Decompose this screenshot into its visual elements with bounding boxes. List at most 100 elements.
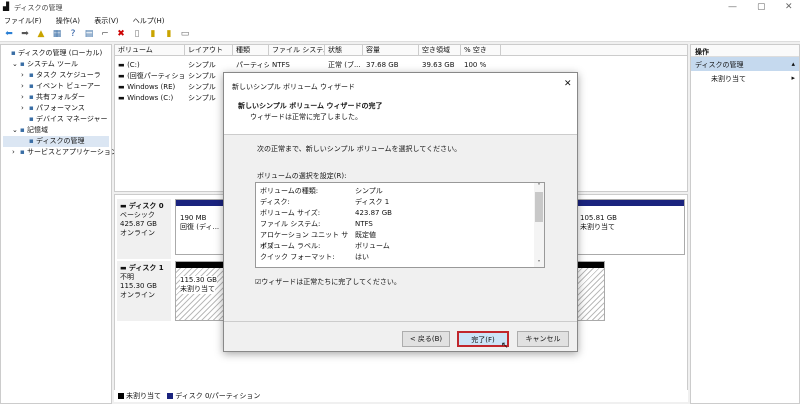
volume-cell: 100 % [464, 61, 487, 69]
col-layout[interactable]: レイアウト [185, 45, 233, 55]
menu-bar: ファイル(F) 操作(A) 表示(V) ヘルプ(H) [0, 14, 800, 26]
volume-row[interactable]: ▬ (C:) シンプル パーティションNTFS 正常 (ブ... 37.68 GB 39.… [115, 60, 687, 71]
help-icon[interactable]: ? [68, 29, 78, 39]
setting-key: ボリューム サイズ: [260, 209, 321, 217]
volume-cell: ▬ (回復パーティション) [118, 72, 185, 80]
volume-cell: 37.68 GB [366, 61, 399, 69]
tree-item[interactable]: › ▪ タスク スケジューラ [3, 70, 109, 81]
col-status[interactable]: 状態 [325, 45, 363, 55]
new-icon[interactable]: ▮ [148, 29, 158, 39]
col-free[interactable]: 空き領域 [419, 45, 461, 55]
volume-cell: パーティション [236, 61, 269, 69]
expand-icon[interactable]: › [12, 147, 20, 158]
menu-help[interactable]: ヘルプ(H) [133, 17, 165, 25]
tree-item[interactable]: ⌄ ▪ 記憶域 [3, 125, 109, 136]
actions-item-unallocated[interactable]: 未割り当て ▸ [691, 71, 799, 84]
complete-checkbox[interactable]: ☑ウィザードは正常たちに完了してください。 [255, 277, 401, 287]
dialog-subheading: ウィザードは正常に完了しました。 [250, 113, 362, 121]
setting-row: ファイル システム: NTFS [260, 219, 540, 230]
disk-icon: ▬ [120, 264, 129, 272]
expand-icon[interactable]: ⌄ [12, 125, 20, 136]
properties-icon[interactable]: ▯ [132, 29, 142, 39]
mouse-cursor-icon: ↖ [501, 341, 509, 351]
partition-label: 未割り当て [180, 285, 215, 294]
item-label: 未割り当て [711, 75, 746, 83]
settings-list[interactable]: ボリュームの種類: シンプル ディスク: ディスク 1 ボリューム サイズ: 423.87… [255, 182, 545, 268]
disk-list-icon[interactable]: ▤ [84, 29, 94, 39]
app-icon: ▟ [3, 2, 10, 11]
up-folder-icon[interactable]: ▲ [36, 29, 46, 39]
partition-size: 105.81 GB [580, 214, 617, 222]
navigation-tree: ▪ ディスクの管理 (ローカル) ⌄ ▪ システム ツール › ▪ タスク スケジューラ… [0, 44, 118, 404]
partition-label: 未割り当て [580, 223, 615, 231]
expand-icon[interactable]: ⌄ [12, 59, 20, 70]
dialog-title: 新しいシンプル ボリューム ウィザード [232, 83, 356, 91]
tree-item[interactable]: › ▪ 共有フォルダー [3, 92, 109, 103]
col-capacity[interactable]: 容量 [363, 45, 419, 55]
scroll-down-icon[interactable]: ˅ [534, 260, 544, 267]
col-volume[interactable]: ボリューム [115, 45, 185, 55]
actions-section-disk-management[interactable]: ディスクの管理 ▴ [691, 57, 799, 71]
menu-file[interactable]: ファイル(F) [4, 17, 42, 25]
setting-key: アロケーション ユニット サイズ: [260, 231, 349, 250]
scroll-thumb[interactable] [535, 192, 543, 222]
tree-item[interactable]: ▪ ディスクの管理 [3, 136, 109, 147]
menu-action[interactable]: 操作(A) [56, 17, 80, 25]
setting-value: 既定値 [355, 231, 376, 239]
tree-item[interactable]: › ▪ パフォーマンス [3, 103, 109, 114]
setting-value: 423.87 GB [355, 209, 392, 217]
forward-icon[interactable]: ➡ [20, 29, 30, 39]
tree-item-label: ディスクの管理 [35, 137, 85, 145]
setting-value: ディスク 1 [355, 198, 390, 206]
back-button[interactable]: < 戻る(B) [402, 331, 450, 347]
minimize-button[interactable]: — [728, 2, 737, 12]
volume-list-header: ボリューム レイアウト 種類 ファイル システム 状態 容量 空き領域 % 空き [115, 45, 687, 56]
setting-row: ボリューム サイズ: 423.87 GB [260, 208, 540, 219]
expand-icon[interactable]: › [21, 81, 29, 92]
disk-name: ディスク 1 [128, 264, 164, 272]
setting-value: はい [355, 253, 369, 261]
tree-item[interactable]: ▪ デバイス マネージャー [3, 114, 109, 125]
tree-node-icon: ▪ [20, 60, 27, 68]
window-title: ディスクの管理 [14, 4, 63, 12]
tree-node-icon: ▪ [20, 126, 27, 134]
expand-icon[interactable]: › [21, 103, 29, 114]
title-bar: ▟ ディスクの管理 — ▢ ✕ [0, 0, 800, 14]
back-icon[interactable]: ⬅ [4, 29, 14, 39]
connect-icon[interactable]: ⌐ [100, 29, 110, 39]
col-type[interactable]: 種類 [233, 45, 269, 55]
collapse-icon[interactable]: ▴ [791, 60, 795, 68]
scroll-up-icon[interactable]: ˄ [534, 183, 544, 190]
settings-scrollbar[interactable]: ˄ ˅ [534, 183, 544, 267]
maximize-button[interactable]: ▢ [757, 2, 766, 12]
disk-0-label[interactable]: ▬ ディスク 0 ベーシック 425.87 GB オンライン [117, 199, 171, 259]
close-button[interactable]: ✕ [785, 2, 793, 12]
console-tree-icon[interactable]: ▦ [52, 29, 62, 39]
cancel-button[interactable]: キャンセル [517, 331, 569, 347]
tree-item-label: ディスクの管理 (ローカル) [17, 49, 103, 57]
dialog-close-button[interactable]: ✕ [564, 79, 572, 89]
col-filesystem[interactable]: ファイル システム [269, 45, 325, 55]
tree-item-label: サービスとアプリケーション [26, 148, 118, 156]
window-icon[interactable]: ▭ [180, 29, 190, 39]
disk-0-partition-unallocated[interactable]: 105.81 GB 未割り当て [575, 199, 685, 255]
expand-icon[interactable]: › [21, 92, 29, 103]
tree-item-label: デバイス マネージャー [35, 115, 108, 123]
expand-icon[interactable]: › [21, 70, 29, 81]
tree-item-label: 共有フォルダー [35, 93, 85, 101]
tree-item-label: システム ツール [26, 60, 78, 68]
volume-icon: ▬ [118, 61, 128, 69]
tree-item[interactable]: › ▪ サービスとアプリケーション [3, 147, 118, 158]
tree-item[interactable]: ⌄ ▪ システム ツール [3, 59, 109, 70]
menu-view[interactable]: 表示(V) [94, 17, 118, 25]
delete-icon[interactable]: ✖ [116, 29, 126, 39]
search-icon[interactable]: ▮ [164, 29, 174, 39]
tree-item-label: パフォーマンス [35, 104, 85, 112]
disk-1-label[interactable]: ▬ ディスク 1 不明 115.30 GB オンライン [117, 261, 171, 321]
volume-icon: ▬ [118, 94, 128, 102]
tree-item[interactable]: ▪ ディスクの管理 (ローカル) [3, 48, 109, 59]
tree-node-icon: ▪ [29, 137, 36, 145]
col-percent-free[interactable]: % 空き [461, 45, 501, 55]
tree-item-label: タスク スケジューラ [35, 71, 101, 79]
tree-item[interactable]: › ▪ イベント ビューアー [3, 81, 109, 92]
